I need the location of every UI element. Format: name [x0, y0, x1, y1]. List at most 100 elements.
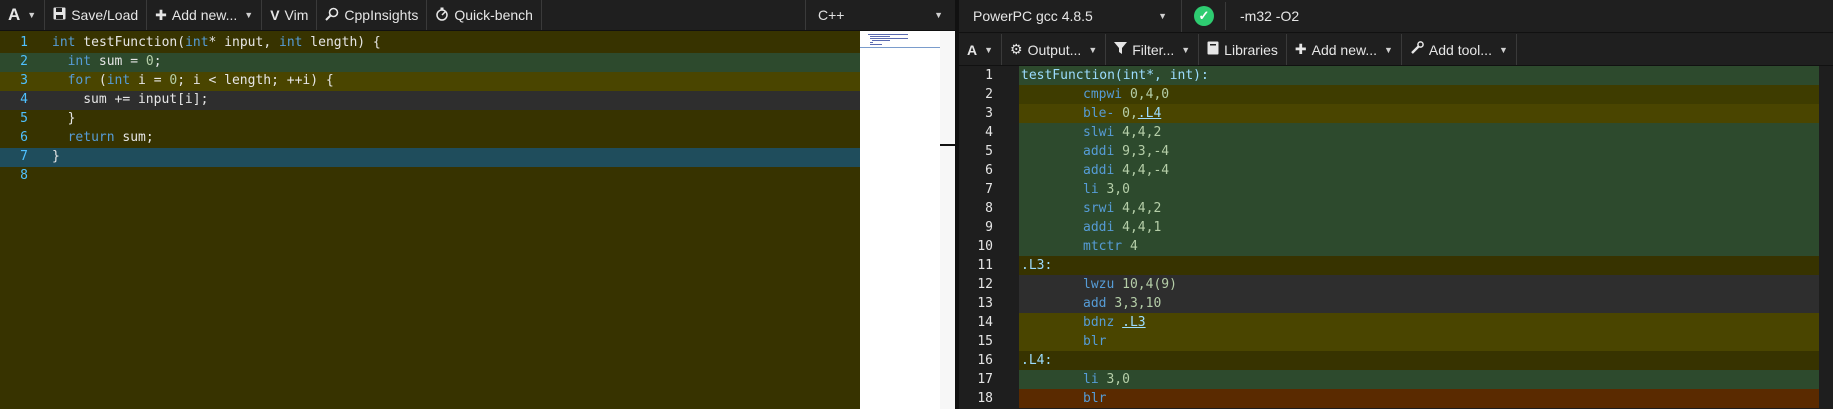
quick-bench-button[interactable]: Quick-bench: [427, 0, 542, 30]
asm-line[interactable]: slwi 4,4,2: [1019, 123, 1819, 142]
asm-line[interactable]: li 3,0: [1019, 180, 1819, 199]
asm-line[interactable]: lwzu 10,4(9): [1019, 275, 1819, 294]
asm-opcode: li: [1083, 372, 1099, 387]
asm-line-text: testFunction(int*, int):: [1021, 68, 1209, 83]
asm-line-number: 5: [985, 144, 993, 159]
source-line[interactable]: 2 int sum = 0;: [0, 53, 860, 72]
asm-line[interactable]: addi 4,4,-4: [1019, 161, 1819, 180]
asm-line[interactable]: .L4:: [1019, 351, 1819, 370]
keyword-token: int: [279, 35, 303, 50]
save-load-button[interactable]: Save/Load: [45, 0, 148, 30]
asm-line[interactable]: add 3,3,10: [1019, 294, 1819, 313]
asm-line[interactable]: blr: [1019, 389, 1819, 408]
cppinsights-button[interactable]: CppInsights: [317, 0, 428, 30]
source-line[interactable]: 8: [0, 167, 860, 186]
asm-line[interactable]: srwi 4,4,2: [1019, 199, 1819, 218]
asm-line[interactable]: mtctr 4: [1019, 237, 1819, 256]
line-number: 4: [20, 92, 28, 107]
asm-opcode: cmpwi: [1083, 87, 1123, 102]
source-line[interactable]: 6 return sum;: [0, 129, 860, 148]
libraries-label: Libraries: [1224, 41, 1278, 58]
line-number: 3: [20, 73, 28, 88]
asm-operands: 3,0: [1106, 182, 1130, 197]
asm-label-link[interactable]: .L3: [1122, 315, 1145, 330]
add-new-button[interactable]: ✚ Add new... ▼: [147, 0, 263, 30]
code-token: testFunction(: [75, 35, 186, 50]
asm-label-link[interactable]: .L4: [1138, 106, 1161, 121]
add-new-button[interactable]: ✚ Add new... ▼: [1287, 34, 1402, 65]
caret-down-icon: ▼: [1384, 44, 1393, 55]
asm-line-text: blr: [1083, 334, 1114, 349]
gear-icon: ⚙: [1010, 41, 1023, 57]
keyword-token: for: [67, 73, 92, 88]
filter-button[interactable]: Filter... ▼: [1106, 34, 1200, 65]
asm-opcode: addi: [1083, 163, 1115, 178]
source-scrollbar[interactable]: [940, 31, 955, 409]
source-code-text: }: [52, 149, 60, 164]
asm-opcode: ble-: [1083, 106, 1115, 121]
asm-line-number: 3: [985, 106, 993, 121]
code-token: sum += input[i];: [83, 92, 209, 107]
source-code-text: int testFunction(int* input, int length)…: [52, 35, 381, 50]
asm-line[interactable]: addi 9,3,-4: [1019, 142, 1819, 161]
save-load-label: Save/Load: [71, 7, 139, 23]
stopwatch-icon: [435, 7, 449, 24]
font-size-button[interactable]: A ▼: [0, 0, 46, 30]
source-line[interactable]: 4 sum += input[i];: [0, 91, 860, 110]
wrench-icon: [1410, 41, 1424, 58]
font-size-button[interactable]: A ▼: [959, 34, 1003, 65]
source-code-editor[interactable]: 1 int testFunction(int* input, int length…: [0, 31, 860, 409]
asm-line-number: 12: [977, 277, 993, 292]
asm-line-number: 6: [985, 163, 993, 178]
asm-line[interactable]: ble- 0,.L4: [1019, 104, 1819, 123]
asm-operands: 0,: [1122, 106, 1138, 121]
code-token: ;: [153, 54, 162, 69]
asm-line[interactable]: blr: [1019, 332, 1819, 351]
asm-opcode: blr: [1083, 391, 1107, 406]
compiler-select[interactable]: PowerPC gcc 4.8.5 ▼: [959, 0, 1182, 32]
asm-line[interactable]: bdnz .L3: [1019, 313, 1819, 332]
cppinsights-label: CppInsights: [344, 7, 419, 23]
asm-line[interactable]: addi 4,4,1: [1019, 218, 1819, 237]
asm-line-text: slwi 4,4,2: [1083, 125, 1161, 140]
compiler-options-input[interactable]: [1225, 2, 1825, 30]
source-scroll-thumb[interactable]: [940, 144, 955, 146]
asm-operands: 4,4,-4: [1122, 163, 1170, 178]
code-token: }: [67, 111, 76, 126]
code-token: sum =: [91, 54, 146, 69]
libraries-button[interactable]: Libraries: [1199, 34, 1287, 65]
minimap[interactable]: [860, 31, 940, 409]
source-line[interactable]: 5}: [0, 110, 860, 129]
asm-line[interactable]: testFunction(int*, int):: [1019, 66, 1819, 85]
compile-success-icon[interactable]: ✓: [1194, 6, 1214, 26]
asm-opcode: bdnz: [1083, 315, 1115, 330]
asm-line-number: 1: [985, 68, 993, 83]
assembly-output[interactable]: 1 2 3 4 5 6 7 8 9 10 11 12 13 14 15 16 17 18 testFunction…: [959, 66, 1819, 409]
line-number: 8: [20, 168, 28, 183]
asm-line-number: 14: [977, 315, 993, 330]
source-line[interactable]: 1 int testFunction(int* input, int length…: [0, 34, 860, 53]
asm-line[interactable]: li 3,0: [1019, 370, 1819, 389]
source-line[interactable]: 3 for (int i = 0; i < length; ++i) {: [0, 72, 860, 91]
assembly-scrollbar[interactable]: [1819, 66, 1833, 409]
asm-line-number: 10: [977, 239, 993, 254]
asm-line-number: 16: [977, 353, 993, 368]
asm-line-number: 18: [977, 391, 993, 406]
asm-operands: 9,3,-4: [1122, 144, 1170, 159]
asm-line-number: 4: [985, 125, 993, 140]
font-label: A: [967, 41, 978, 58]
output-options-button[interactable]: ⚙ Output... ▼: [1002, 34, 1107, 65]
asm-opcode: slwi: [1083, 125, 1115, 140]
source-line[interactable]: 7}: [0, 148, 860, 167]
asm-line-text: bdnz .L3: [1083, 315, 1146, 330]
asm-line[interactable]: .L3:: [1019, 256, 1819, 275]
keyword-token: int: [52, 35, 76, 50]
language-select[interactable]: C++ ▼: [805, 0, 955, 30]
line-number: 2: [20, 54, 28, 69]
asm-opcode: mtctr: [1083, 239, 1123, 254]
vim-button[interactable]: V Vim: [262, 0, 318, 30]
minimap-line: [870, 38, 908, 39]
caret-down-icon: ▼: [1181, 44, 1191, 55]
asm-line[interactable]: cmpwi 0,4,0: [1019, 85, 1819, 104]
add-tool-button[interactable]: Add tool... ▼: [1402, 34, 1517, 65]
